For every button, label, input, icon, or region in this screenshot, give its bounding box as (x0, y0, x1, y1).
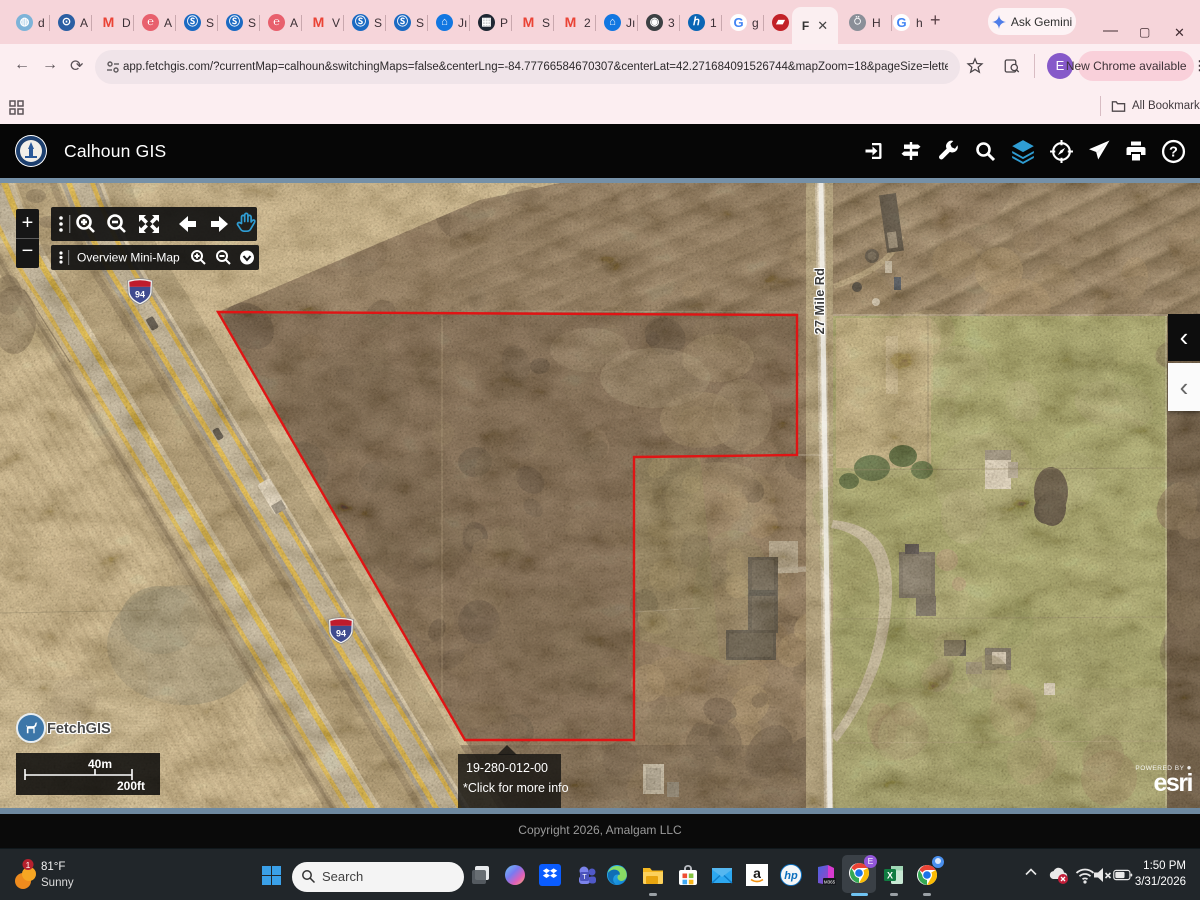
svg-text:M365: M365 (824, 880, 836, 885)
svg-text:94: 94 (135, 290, 145, 300)
svg-text:a: a (753, 865, 761, 881)
svg-text:X: X (887, 871, 893, 881)
svg-text:hp: hp (784, 870, 798, 882)
svg-text:Overview Mini-Map: Overview Mini-Map (77, 251, 180, 265)
svg-text:?: ? (1169, 144, 1178, 160)
svg-text:94: 94 (336, 629, 346, 639)
svg-text:1: 1 (26, 860, 31, 870)
svg-text:T: T (582, 874, 587, 881)
